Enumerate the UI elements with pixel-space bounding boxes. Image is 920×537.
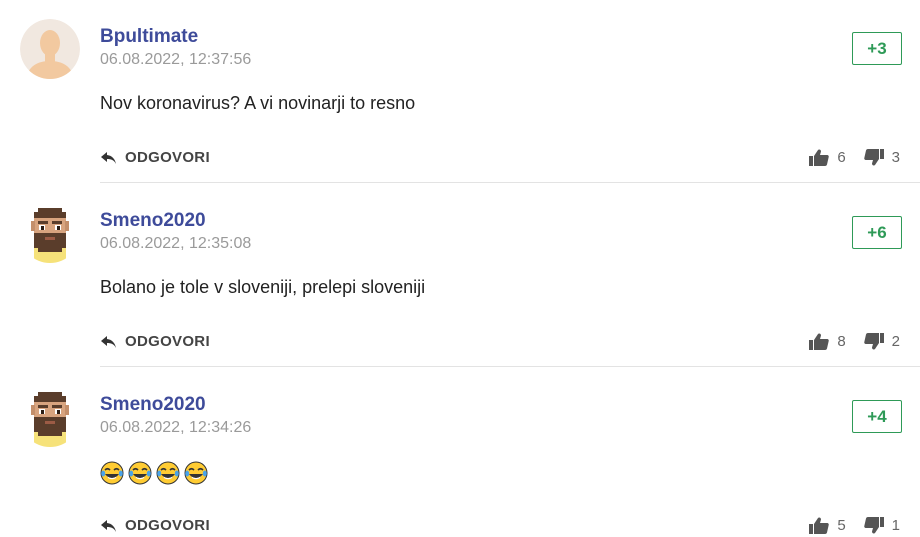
reply-label: ODGOVORI [125,149,210,166]
comment-timestamp: 06.08.2022, 12:35:08 [100,235,252,252]
reply-arrow-icon [101,335,116,348]
reply-label: ODGOVORI [125,333,210,350]
comment-author[interactable]: Smeno2020 [100,210,206,232]
dislike-button[interactable]: 3 [863,149,900,166]
reply-button[interactable]: ODGOVORI [100,333,210,350]
like-count: 8 [837,333,846,350]
comment-text [100,461,208,485]
comment-timestamp: 06.08.2022, 12:34:26 [100,419,252,436]
default-person-avatar-icon [20,19,80,79]
thumbs-down-icon [863,517,884,534]
like-count: 6 [837,149,846,166]
thumbs-down-icon [863,333,884,350]
reply-button[interactable]: ODGOVORI [100,517,210,534]
dislike-count: 2 [891,333,900,350]
like-button[interactable]: 5 [809,517,846,534]
reply-arrow-icon [101,519,116,532]
thumbs-up-icon [809,149,830,166]
divider [100,182,920,183]
laughing-tears-emoji-icon [128,461,152,485]
score-badge: +4 [852,400,902,433]
comment-author[interactable]: Smeno2020 [100,394,206,416]
reply-button[interactable]: ODGOVORI [100,149,210,166]
pixel-bearded-man-avatar-icon [20,387,80,447]
comment-text: Nov koronavirus? A vi novinarji to resno [100,93,416,113]
reply-label: ODGOVORI [125,517,210,534]
comment-timestamp: 06.08.2022, 12:37:56 [100,51,252,68]
thumbs-up-icon [809,333,830,350]
avatar[interactable] [20,387,80,447]
dislike-button[interactable]: 2 [863,333,900,350]
avatar[interactable] [20,19,80,79]
like-button[interactable]: 8 [809,333,846,350]
like-count: 5 [837,517,846,534]
avatar[interactable] [20,203,80,263]
dislike-button[interactable]: 1 [863,517,900,534]
pixel-bearded-man-avatar-icon [20,203,80,263]
laughing-tears-emoji-icon [156,461,180,485]
score-badge: +3 [852,32,902,65]
laughing-tears-emoji-icon [100,461,124,485]
like-button[interactable]: 6 [809,149,846,166]
comment-text: Bolano je tole v sloveniji, prelepi slov… [100,277,426,297]
thumbs-up-icon [809,517,830,534]
divider [100,366,920,367]
score-badge: +6 [852,216,902,249]
dislike-count: 3 [891,149,900,166]
reply-arrow-icon [101,151,116,164]
vote-controls: 6 3 [809,149,900,166]
vote-controls: 5 1 [809,517,900,534]
laughing-tears-emoji-icon [184,461,208,485]
thumbs-down-icon [863,149,884,166]
vote-controls: 8 2 [809,333,900,350]
dislike-count: 1 [891,517,900,534]
comment-author[interactable]: Bpultimate [100,26,198,48]
